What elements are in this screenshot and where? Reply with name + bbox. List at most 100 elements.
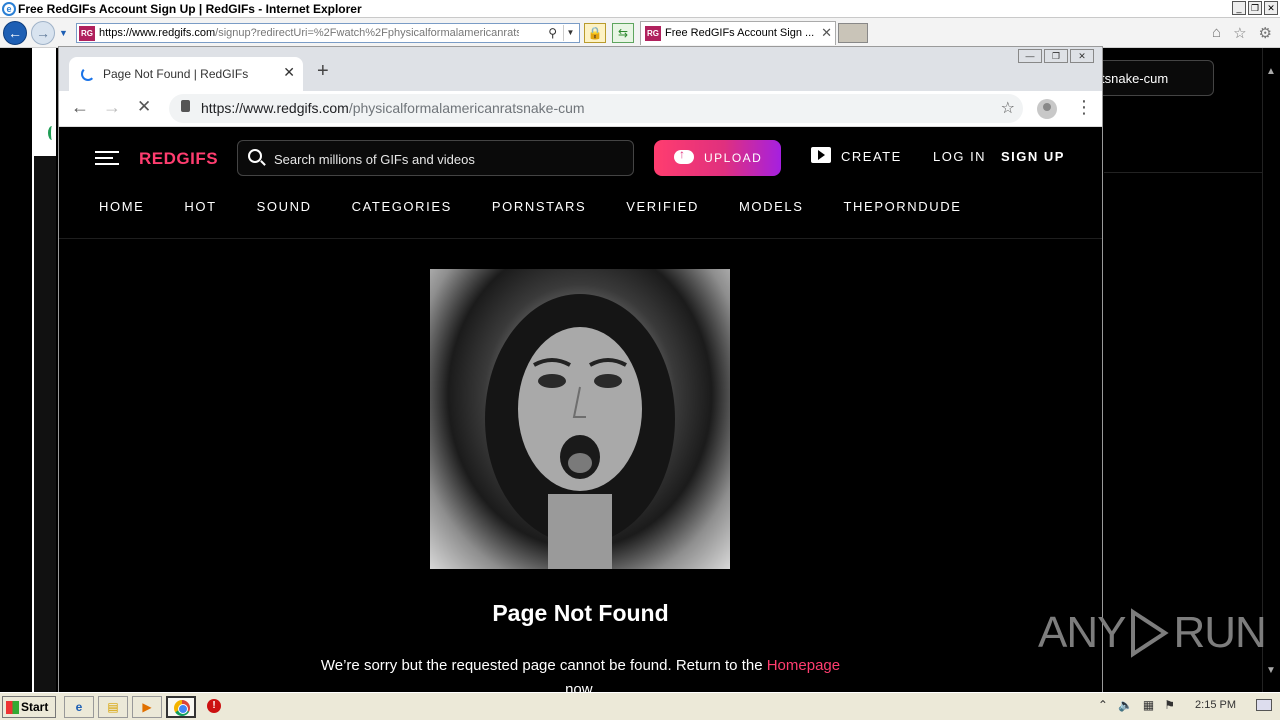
close-tab-icon[interactable]: ✕ (821, 25, 832, 41)
ie-navigation-bar: ← → ▼ RG https://www.redgifs.com/signup?… (0, 18, 1280, 48)
redgifs-favicon-icon: RG (79, 26, 95, 41)
nav-item-hot[interactable]: HOT (184, 199, 216, 214)
video-play-icon (811, 147, 831, 163)
favorites-star-icon[interactable]: ☆ (1233, 24, 1246, 42)
hamburger-menu-icon[interactable] (95, 151, 119, 165)
ie-history-dropdown-icon[interactable]: ▼ (59, 28, 68, 38)
chrome-url-host: https://www.redgifs.com (201, 100, 349, 116)
taskbar-antivirus-icon[interactable]: ! (200, 696, 230, 718)
nav-item-theporndude[interactable]: THEPORNDUDE (844, 199, 962, 214)
ie-back-button[interactable]: ← (3, 21, 27, 45)
homepage-link[interactable]: Homepage (767, 657, 840, 674)
redgifs-page: REDGIFS UPLOAD CREATE LOG IN SIGN UP HOM… (59, 127, 1102, 693)
tray-expand-icon[interactable]: ⌃ (1098, 698, 1108, 712)
not-found-image (430, 269, 730, 569)
upload-button-label: UPLOAD (704, 151, 763, 165)
ie-new-tab-button[interactable] (838, 23, 868, 43)
ie-tab-title: Free RedGIFs Account Sign ... (665, 27, 815, 39)
taskbar-ie-icon[interactable]: e (64, 696, 94, 718)
anyrun-watermark: ANY RUN (1038, 608, 1267, 658)
taskbar-folder-icon[interactable]: ▤ (98, 696, 128, 718)
minimize-icon[interactable]: _ (1232, 1, 1246, 15)
cloud-upload-icon (674, 147, 694, 164)
nav-item-home[interactable]: HOME (99, 199, 144, 214)
chrome-tab[interactable]: Page Not Found | RedGIFs ✕ (69, 57, 303, 91)
login-link[interactable]: LOG IN (933, 149, 986, 164)
ie-page-divider (1104, 172, 1262, 173)
gear-icon[interactable]: ⚙ (1259, 24, 1272, 42)
show-desktop-icon[interactable] (1256, 699, 1272, 711)
chrome-window: Page Not Found | RedGIFs ✕ + — ❐ ✕ ← → ✕… (58, 46, 1103, 693)
address-dropdown-icon[interactable]: ▼ (563, 25, 577, 41)
ie-tab[interactable]: RG Free RedGIFs Account Sign ... ✕ (640, 21, 836, 45)
forward-arrow-icon[interactable]: → (103, 97, 121, 118)
ie-address-bar[interactable]: RG https://www.redgifs.com/signup?redire… (76, 23, 580, 43)
home-icon[interactable]: ⌂ (1212, 24, 1221, 42)
nav-divider (59, 238, 1102, 239)
watermark-any: ANY (1038, 608, 1126, 657)
volume-icon[interactable]: 🔈 (1118, 698, 1133, 712)
close-tab-icon[interactable]: ✕ (283, 64, 295, 81)
antivirus-logo-icon: ! (207, 699, 221, 713)
chrome-omnibox[interactable]: https://www.redgifs.com/physicalformalam… (169, 94, 1023, 123)
scroll-up-icon[interactable]: ▲ (1266, 66, 1276, 77)
upload-button[interactable]: UPLOAD (654, 140, 781, 176)
chrome-url-text[interactable]: https://www.redgifs.com/physicalformalam… (201, 100, 585, 116)
clock[interactable]: 2:15 PM (1195, 699, 1236, 711)
search-box[interactable] (237, 140, 634, 176)
signup-link[interactable]: SIGN UP (1001, 149, 1065, 164)
chrome-logo-icon (174, 700, 190, 716)
nav-item-pornstars[interactable]: PORNSTARS (492, 199, 586, 214)
taskbar-media-player-icon[interactable]: ▶ (132, 696, 162, 718)
ie-address-path: /signup?redirectUri=%2Fwatch%2Fphysicalf… (215, 27, 519, 39)
start-label: Start (21, 700, 49, 714)
nav-item-models[interactable]: MODELS (739, 199, 804, 214)
new-tab-plus-icon[interactable]: + (317, 61, 329, 81)
chrome-menu-kebab-icon[interactable]: ⋮ (1075, 97, 1093, 117)
network-icon[interactable]: ▦ (1143, 698, 1154, 712)
taskbar: Start e ▤ ▶ ! ⌃ 🔈 ▦ ⚑ 2:15 PM (0, 692, 1280, 720)
ie-forward-button[interactable]: → (31, 21, 55, 45)
redgifs-logo[interactable]: REDGIFS (139, 149, 218, 169)
ie-page-green-mark (48, 126, 56, 140)
refresh-icon[interactable]: ⇆ (612, 23, 634, 43)
redgifs-favicon-icon: RG (645, 26, 661, 41)
error-message: We’re sorry but the requested page canno… (305, 654, 856, 693)
search-icon[interactable]: ⚲ (548, 26, 557, 40)
system-tray: ⌃ 🔈 ▦ ⚑ 2:15 PM (1098, 698, 1272, 712)
lock-icon[interactable]: 🔒 (584, 23, 606, 43)
scroll-down-icon[interactable]: ▼ (1266, 665, 1276, 676)
ie-address-text[interactable]: https://www.redgifs.com/signup?redirectU… (99, 27, 519, 39)
ie-address-host: https://www.redgifs.com (99, 27, 216, 39)
windows-logo-icon (6, 701, 19, 714)
back-arrow-icon[interactable]: ← (71, 97, 89, 118)
chrome-tab-title: Page Not Found | RedGIFs (103, 67, 249, 81)
taskbar-chrome-icon[interactable] (166, 696, 196, 718)
action-center-flag-icon[interactable]: ⚑ (1164, 698, 1175, 712)
chrome-tab-strip: Page Not Found | RedGIFs ✕ + — ❐ ✕ (59, 47, 1102, 91)
main-navigation: HOME HOT SOUND CATEGORIES PORNSTARS VERI… (99, 199, 1002, 214)
restore-icon[interactable]: ❐ (1044, 49, 1068, 63)
chrome-url-path: /physicalformalamericanratsnake-cum (348, 100, 585, 116)
search-input[interactable] (274, 150, 614, 168)
close-icon[interactable]: ✕ (1070, 49, 1094, 63)
stop-loading-icon[interactable]: ✕ (137, 97, 151, 117)
ie-page-left-edge (32, 48, 56, 692)
not-found-portrait-graphic (485, 294, 675, 569)
ie-scrollbar[interactable]: ▲ ▼ (1262, 48, 1280, 692)
close-icon[interactable]: ✕ (1264, 1, 1278, 15)
ie-page-input-field[interactable]: tsnake-cum (1090, 60, 1214, 96)
restore-icon[interactable]: ❐ (1248, 1, 1262, 15)
nav-item-verified[interactable]: VERIFIED (626, 199, 699, 214)
nav-item-sound[interactable]: SOUND (257, 199, 312, 214)
ie-window-title: Free RedGIFs Account Sign Up | RedGIFs -… (18, 2, 362, 16)
search-icon (248, 149, 262, 163)
minimize-icon[interactable]: — (1018, 49, 1042, 63)
create-button-label: CREATE (841, 149, 902, 164)
nav-item-categories[interactable]: CATEGORIES (352, 199, 452, 214)
start-button[interactable]: Start (2, 696, 56, 718)
chrome-toolbar: ← → ✕ https://www.redgifs.com/physicalfo… (59, 91, 1102, 127)
bookmark-star-icon[interactable]: ☆ (1001, 98, 1015, 118)
lock-icon[interactable] (181, 100, 190, 112)
profile-avatar-icon[interactable] (1037, 99, 1057, 119)
